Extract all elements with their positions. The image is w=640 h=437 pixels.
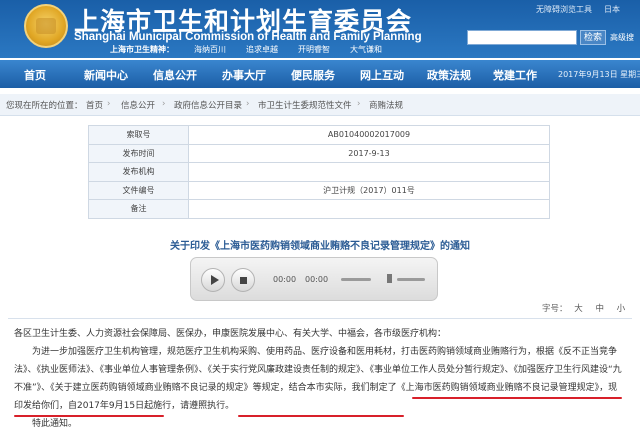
motto-item: 海纳百川 <box>194 45 226 54</box>
nav-policy[interactable]: 政策法规 <box>427 67 471 83</box>
play-icon <box>211 275 219 285</box>
play-button[interactable] <box>201 268 225 292</box>
emphasis-underline <box>238 415 404 417</box>
breadcrumb-separator: › <box>107 99 111 109</box>
nav-news[interactable]: 新闻中心 <box>84 67 128 83</box>
motto-label: 上海市卫生精神： <box>110 45 174 54</box>
table-row: 发布时间 2017-9-13 <box>88 143 550 163</box>
advanced-search-link[interactable]: 高级搜 <box>610 32 634 43</box>
font-size-medium[interactable]: 中 <box>595 304 604 314</box>
table-row: 备注 <box>88 199 550 219</box>
font-size-large[interactable]: 大 <box>574 304 583 314</box>
search-button[interactable]: 检索 <box>580 30 606 45</box>
breadcrumb-item[interactable]: 市卫生计生委规范性文件 <box>258 99 352 111</box>
audio-player: 00:00 00:00 <box>190 257 438 301</box>
stop-icon <box>240 277 247 284</box>
volume-icon[interactable] <box>387 274 392 283</box>
breadcrumb-item[interactable]: 商贿法规 <box>369 99 403 111</box>
motto-item: 开明睿智 <box>298 45 330 54</box>
motto: 上海市卫生精神： 海纳百川 追求卓越 开明睿智 大气谦和 <box>110 44 382 55</box>
language-link[interactable]: 日本 <box>604 4 620 15</box>
stop-button[interactable] <box>231 268 255 292</box>
breadcrumb-prefix: 您现在所在的位置： <box>6 101 83 111</box>
site-title-en: Shanghai Municipal Commission of Health … <box>74 31 422 43</box>
breadcrumb-item[interactable]: 首页 <box>86 99 103 111</box>
info-key: 备注 <box>88 199 189 219</box>
info-key: 发布时间 <box>88 143 189 163</box>
nav-info-public[interactable]: 信息公开 <box>153 67 197 83</box>
info-value: AB01040002017009 <box>188 125 550 145</box>
info-value <box>188 162 550 182</box>
font-size-small[interactable]: 小 <box>617 304 626 314</box>
breadcrumb: 您现在所在的位置： 首页 › 信息公开 › 政府信息公开目录 › 市卫生计生委规… <box>0 94 640 116</box>
table-row: 发布机构 <box>88 162 550 182</box>
site-header: 上海市卫生和计划生育委员会 Shanghai Municipal Commiss… <box>0 0 640 58</box>
motto-item: 大气谦和 <box>350 45 382 54</box>
article-paragraph: 为进一步加强医疗卫生机构管理，规范医疗卫生机构采购、使用药品、医疗设备和医用耗材… <box>14 347 622 411</box>
info-key: 索取号 <box>88 125 189 145</box>
info-value: 2017-9-13 <box>188 143 550 163</box>
top-links: 无障碍浏览工具 日本 <box>536 4 620 15</box>
breadcrumb-item[interactable]: 信息公开 <box>121 99 155 111</box>
total-time: 00:00 <box>305 275 329 284</box>
main-nav: 首页 新闻中心 信息公开 办事大厅 便民服务 网上互动 政策法规 党建工作 20… <box>0 60 640 88</box>
nav-convenience[interactable]: 便民服务 <box>291 67 335 83</box>
nav-services[interactable]: 办事大厅 <box>222 67 266 83</box>
article-title: 关于印发《上海市医药购销领域商业贿赂不良记录管理规定》的通知 <box>170 241 470 252</box>
table-row: 索取号 AB01040002017009 <box>88 125 550 145</box>
info-key: 发布机构 <box>88 162 189 182</box>
info-value: 沪卫计规（2017）011号 <box>188 180 550 200</box>
emblem-logo[interactable] <box>24 4 68 48</box>
content-divider <box>8 318 632 319</box>
document-info-table: 索取号 AB01040002017009 发布时间 2017-9-13 发布机构… <box>88 125 550 219</box>
search-input[interactable] <box>467 30 577 45</box>
font-size-label: 字号： <box>542 304 568 314</box>
article-addressee: 各区卫生计生委、人力资源社会保障局、医保办，申康医院发展中心、有关大学、中福会，… <box>14 329 447 339</box>
current-time: 00:00 <box>273 275 297 284</box>
breadcrumb-separator: › <box>246 99 250 109</box>
breadcrumb-item[interactable]: 政府信息公开目录 <box>174 99 242 111</box>
font-size-control: 字号： 大 中 小 <box>542 302 625 314</box>
article-closing: 特此通知。 <box>32 419 78 429</box>
motto-item: 追求卓越 <box>246 45 278 54</box>
breadcrumb-separator: › <box>357 99 361 109</box>
current-date: 2017年9月13日 星期三 <box>558 70 640 79</box>
emphasis-underline <box>14 415 164 417</box>
nav-interaction[interactable]: 网上互动 <box>360 67 404 83</box>
volume-slider[interactable] <box>397 278 425 281</box>
accessibility-link[interactable]: 无障碍浏览工具 <box>536 4 592 15</box>
breadcrumb-separator: › <box>162 99 166 109</box>
emphasis-underline <box>412 397 622 399</box>
info-key: 文件编号 <box>88 180 189 200</box>
nav-home[interactable]: 首页 <box>24 67 46 83</box>
info-value <box>188 199 550 219</box>
table-row: 文件编号 沪卫计规（2017）011号 <box>88 180 550 200</box>
seek-slider[interactable] <box>341 278 371 281</box>
nav-party[interactable]: 党建工作 <box>493 67 537 83</box>
